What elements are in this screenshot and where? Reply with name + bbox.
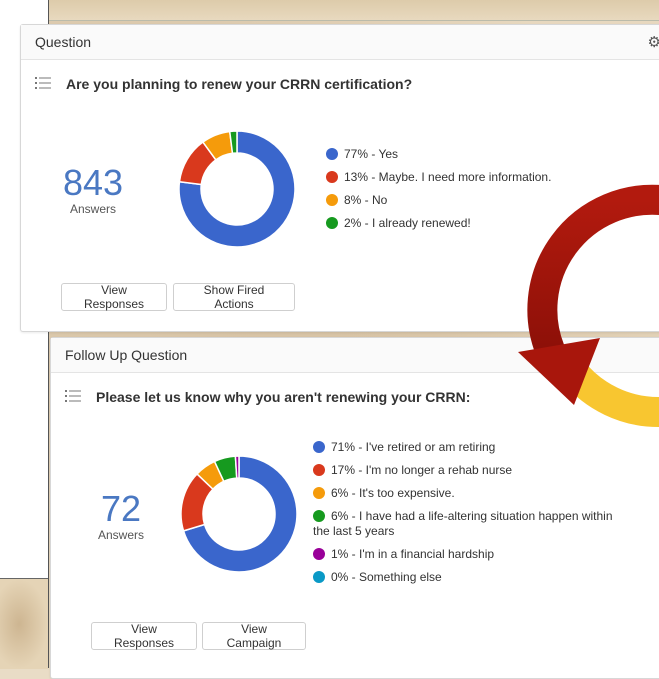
legend-dot-icon — [313, 487, 325, 499]
legend-dot-icon — [326, 194, 338, 206]
list-icon — [35, 77, 51, 89]
background-strip — [48, 0, 659, 21]
answer-count: 72 — [100, 488, 142, 529]
answer-count: 843 — [62, 162, 124, 203]
question-card-header: Question — [21, 25, 659, 60]
question-title: Are you planning to renew your CRRN cert… — [66, 76, 413, 92]
legend-label: 6% - I have had a life-altering situatio… — [313, 509, 613, 538]
legend-label: 2% - I already renewed! — [344, 216, 471, 230]
legend-dot-icon — [326, 148, 338, 160]
answers-label: Answers — [69, 202, 116, 216]
legend-dot-icon — [326, 171, 338, 183]
legend-label: 71% - I've retired or am retiring — [331, 440, 496, 454]
legend-label: 1% - I'm in a financial hardship — [331, 547, 495, 561]
legend-item: 6% - I have had a life-altering situatio… — [313, 509, 623, 539]
legend-item: 17% - I'm no longer a rehab nurse — [313, 463, 623, 478]
legend-item: 77% - Yes — [326, 147, 626, 162]
card-header-label: Question — [35, 34, 92, 50]
view-responses-button[interactable]: View Responses — [61, 283, 167, 311]
donut-slice — [234, 455, 240, 479]
legend-dot-icon — [313, 464, 325, 476]
card-header-label: Follow Up Question — [65, 347, 188, 363]
legend-dot-icon — [326, 217, 338, 229]
legend-label: 8% - No — [344, 193, 388, 207]
legend-dot-icon — [313, 441, 325, 453]
legend-dot-icon — [313, 548, 325, 560]
question-title: Please let us know why you aren't renewi… — [96, 389, 471, 405]
legend-item: 0% - Something else — [313, 570, 623, 585]
legend-label: 0% - Something else — [331, 570, 442, 584]
donut-chart-renewal — [178, 130, 296, 248]
list-icon — [65, 390, 81, 402]
chart-legend: 71% - I've retired or am retiring 17% - I… — [313, 440, 623, 593]
legend-dot-icon — [313, 510, 325, 522]
circular-arrow-icon — [518, 184, 659, 427]
view-campaign-button[interactable]: View Campaign — [202, 622, 306, 650]
view-responses-button[interactable]: View Responses — [91, 622, 197, 650]
legend-label: 17% - I'm no longer a rehab nurse — [331, 463, 513, 477]
answers-label: Answers — [97, 528, 144, 542]
legend-item: 1% - I'm in a financial hardship — [313, 547, 623, 562]
gear-icon[interactable]: ⚙ — [648, 33, 659, 51]
legend-item: 6% - It's too expensive. — [313, 486, 623, 501]
legend-dot-icon — [313, 571, 325, 583]
legend-label: 77% - Yes — [344, 147, 399, 161]
legend-label: 6% - It's too expensive. — [331, 486, 455, 500]
show-fired-actions-button[interactable]: Show Fired Actions — [173, 283, 295, 311]
donut-chart-reasons — [180, 455, 298, 573]
legend-item: 71% - I've retired or am retiring — [313, 440, 623, 455]
